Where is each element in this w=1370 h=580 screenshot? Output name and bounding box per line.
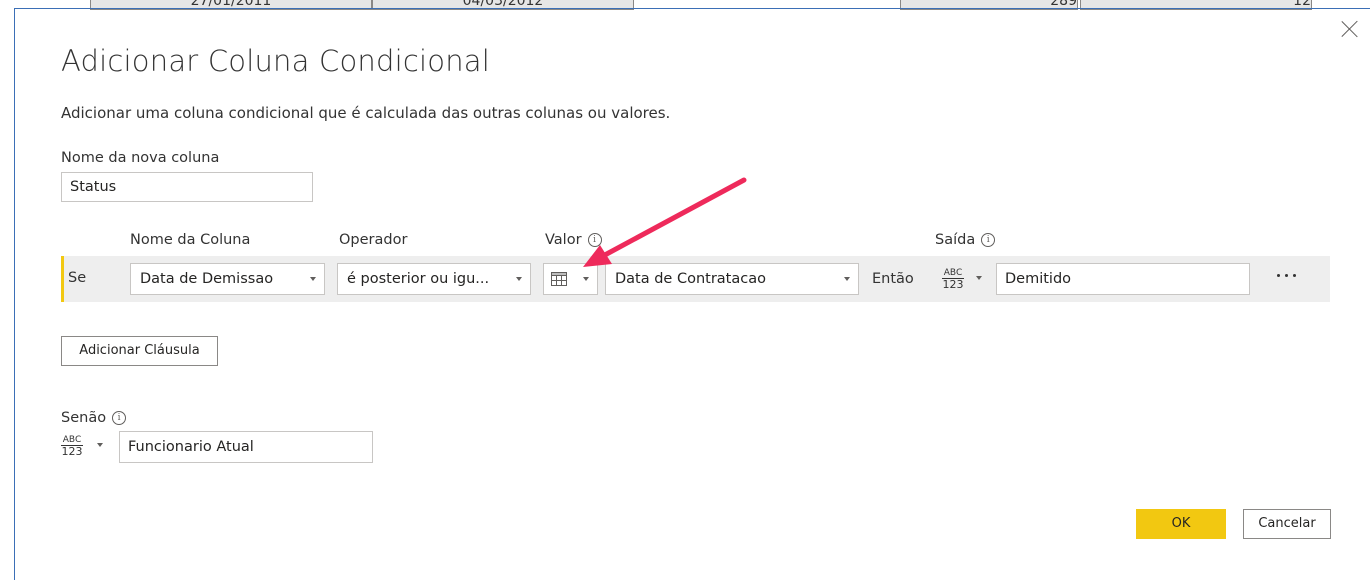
value-dropdown[interactable]: Data de Contratacao: [605, 263, 859, 295]
column-name-dropdown[interactable]: Data de Demissao: [130, 263, 325, 295]
else-type-dropdown[interactable]: ABC 123: [61, 430, 115, 462]
ok-button[interactable]: OK: [1136, 509, 1226, 539]
chevron-down-icon: [97, 443, 103, 447]
chevron-down-icon: [583, 277, 589, 281]
value-text: Data de Contratacao: [615, 271, 766, 287]
info-icon[interactable]: i: [981, 233, 996, 247]
then-label: Então: [872, 271, 914, 287]
else-label-wrap: Senão i: [61, 410, 127, 426]
info-icon[interactable]: i: [112, 411, 127, 425]
operator-dropdown[interactable]: é posterior ou igu...: [337, 263, 531, 295]
table-icon: [551, 272, 567, 286]
more-options-icon[interactable]: [1274, 270, 1300, 280]
dialog-title: Adicionar Coluna Condicional: [61, 44, 491, 78]
chevron-down-icon: [976, 276, 982, 280]
dialog-border: [14, 8, 15, 580]
if-label: Se: [68, 270, 87, 286]
chevron-down-icon: [844, 277, 850, 281]
dialog-border: [14, 8, 1370, 9]
new-column-label: Nome da nova coluna: [61, 150, 220, 166]
header-column-name: Nome da Coluna: [130, 232, 251, 248]
output-type-dropdown[interactable]: ABC 123: [936, 263, 990, 295]
chevron-down-icon: [516, 277, 522, 281]
cancel-button[interactable]: Cancelar: [1243, 509, 1331, 539]
abc123-icon: ABC 123: [942, 268, 964, 291]
column-name-value: Data de Demissao: [140, 271, 274, 287]
else-label: Senão: [61, 410, 107, 426]
dialog-description: Adicionar uma coluna condicional que é c…: [61, 104, 671, 122]
abc123-icon: ABC 123: [61, 435, 83, 458]
chevron-down-icon: [310, 277, 316, 281]
header-value-label: Valor: [545, 232, 582, 248]
add-clause-button[interactable]: Adicionar Cláusula: [61, 336, 218, 366]
header-value: Valor i: [545, 232, 602, 248]
header-operator: Operador: [339, 232, 408, 248]
close-icon[interactable]: [1339, 18, 1361, 40]
header-output: Saída i: [935, 232, 996, 248]
output-input[interactable]: Demitido: [996, 263, 1250, 295]
operator-value: é posterior ou igu...: [347, 271, 490, 287]
header-output-label: Saída: [935, 232, 976, 248]
clause-row: Se Data de Demissao é posterior ou igu..…: [61, 256, 1330, 302]
info-icon[interactable]: i: [587, 233, 602, 247]
else-input[interactable]: Funcionario Atual: [119, 431, 373, 463]
value-type-dropdown[interactable]: [543, 263, 598, 295]
new-column-input[interactable]: Status: [61, 172, 313, 202]
